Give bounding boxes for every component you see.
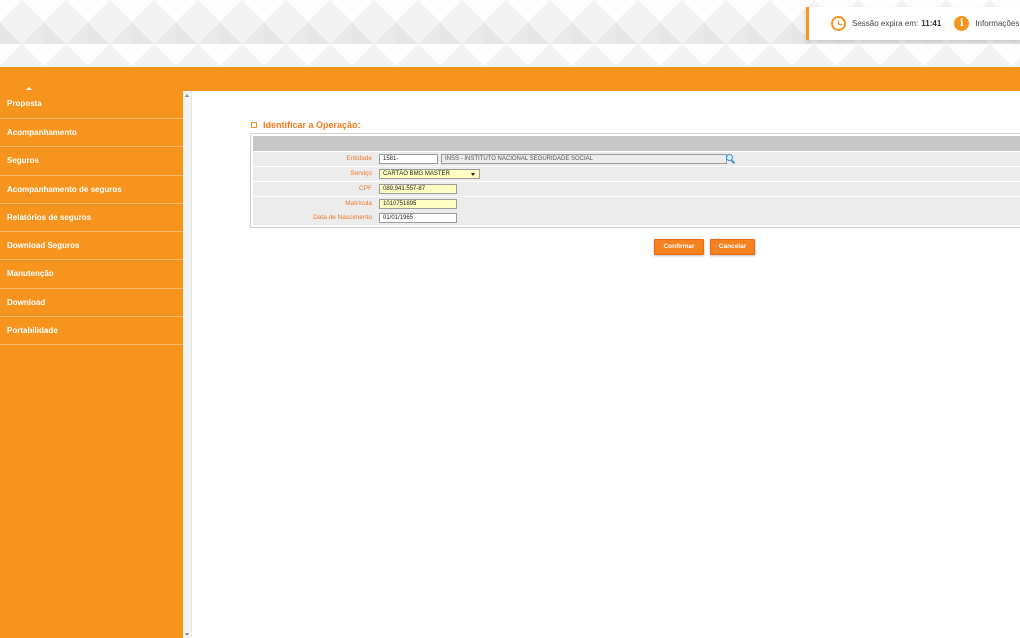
servico-selected-value: CARTÃO BMG MASTER xyxy=(383,171,450,177)
entidade-description-field: INSS - INSTITUTO NACIONAL SEGURIDADE SOC… xyxy=(441,154,727,164)
sidebar-menu: Proposta Acompanhamento Seguros Acompanh… xyxy=(0,91,183,346)
confirm-button[interactable]: Confirmar xyxy=(654,239,704,255)
row-servico: Serviço CARTÃO BMG MASTER xyxy=(253,167,1020,181)
collapse-up-icon[interactable] xyxy=(26,87,32,90)
sidebar-item-acompanhamento[interactable]: Acompanhamento xyxy=(0,119,183,148)
nascimento-field[interactable]: 01/01/1965 xyxy=(379,213,457,223)
sidebar-item-proposta[interactable]: Proposta xyxy=(0,91,183,119)
cancel-button[interactable]: Cancelar xyxy=(710,239,755,255)
scroll-down-icon[interactable] xyxy=(185,633,189,636)
sidebar-item-manutencao[interactable]: Manutenção xyxy=(0,260,183,289)
bullet-icon xyxy=(251,122,257,128)
clock-icon xyxy=(831,16,846,31)
servico-label: Serviço xyxy=(350,170,372,177)
section-header: Identificar a Operação: xyxy=(251,120,361,130)
row-nascimento: Data de Nascimento 01/01/1965 xyxy=(253,211,1020,225)
form-header-bar xyxy=(253,136,1020,151)
sidebar-item-seguros[interactable]: Seguros xyxy=(0,147,183,176)
session-panel: Sessão expira em: 11:41 i Informações xyxy=(806,7,1020,40)
info-link[interactable]: Informações xyxy=(975,19,1019,28)
operation-form: Entidade 1581- INSS - INSTITUTO NACIONAL… xyxy=(250,133,1020,228)
cpf-label: CPF xyxy=(359,185,372,192)
sidebar-item-download-seguros[interactable]: Download Seguros xyxy=(0,232,183,261)
cpf-field[interactable]: 089.941.557-87 xyxy=(379,184,457,194)
sidebar-item-relatorios-seguros[interactable]: Relatórios de seguros xyxy=(0,204,183,233)
info-icon[interactable]: i xyxy=(954,16,970,31)
row-cpf: CPF 089.941.557-87 xyxy=(253,182,1020,196)
session-expiry-label: Sessão expira em: xyxy=(852,19,919,28)
matricula-label: Matrícula xyxy=(345,200,372,207)
matricula-field[interactable]: 1010751895 xyxy=(379,199,457,209)
chevron-down-icon xyxy=(471,173,475,176)
section-title: Identificar a Operação: xyxy=(263,120,361,130)
nascimento-label: Data de Nascimento xyxy=(313,214,372,221)
servico-select[interactable]: CARTÃO BMG MASTER xyxy=(379,169,480,179)
sidebar-item-acompanhamento-seguros[interactable]: Acompanhamento de seguros xyxy=(0,176,183,204)
row-matricula: Matrícula 1010751895 xyxy=(253,197,1020,211)
search-icon[interactable] xyxy=(725,154,735,164)
row-entidade: Entidade 1581- INSS - INSTITUTO NACIONAL… xyxy=(253,152,1020,166)
entidade-code-field[interactable]: 1581- xyxy=(379,154,438,164)
sidebar: Proposta Acompanhamento Seguros Acompanh… xyxy=(0,67,183,638)
sidebar-item-download[interactable]: Download xyxy=(0,289,183,318)
content-scrollbar[interactable] xyxy=(183,91,192,638)
session-expiry-time: 11:41 xyxy=(921,19,942,28)
scroll-up-icon[interactable] xyxy=(185,94,189,97)
entidade-label: Entidade xyxy=(346,155,372,162)
header: Sessão expira em: 11:41 i Informações xyxy=(0,0,1020,67)
sidebar-item-portabilidade[interactable]: Portabilidade xyxy=(0,317,183,346)
